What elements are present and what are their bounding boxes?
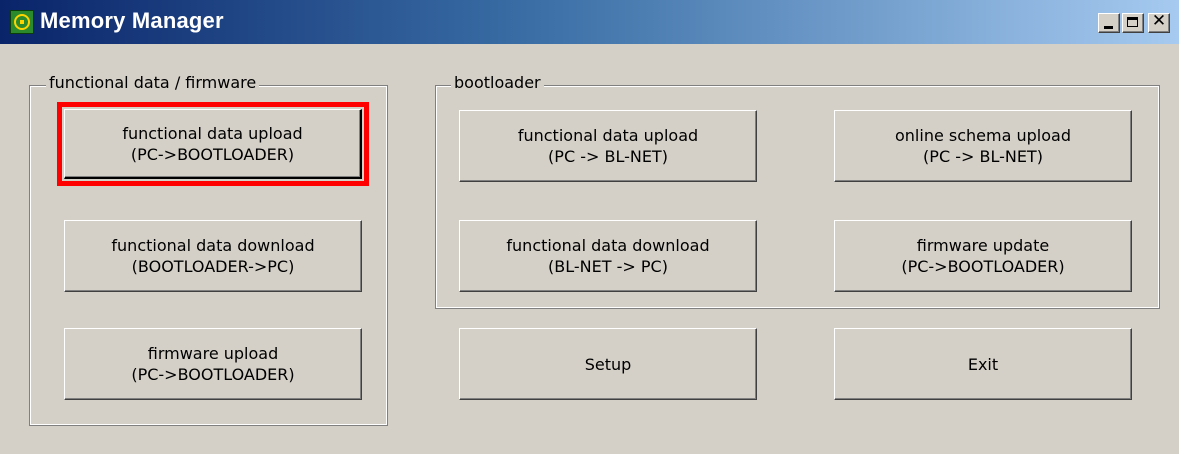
bootloader-group-label: bootloader <box>451 73 544 92</box>
button-line-1: functional data upload <box>122 123 303 143</box>
button-line-2: (PC->BOOTLOADER) <box>901 257 1065 276</box>
button-line-2: (BL-NET -> PC) <box>548 257 668 276</box>
button-line-2: (BOOTLOADER->PC) <box>131 257 295 276</box>
functional-data-download-blnet-button[interactable]: functional data download (BL-NET -> PC) <box>459 220 757 292</box>
button-line-1: firmware update <box>916 236 1050 255</box>
button-line-1: firmware upload <box>147 344 279 363</box>
button-line-2: (PC->BOOTLOADER) <box>131 365 295 384</box>
app-icon[interactable] <box>10 10 34 34</box>
maximize-button[interactable] <box>1122 13 1144 33</box>
online-schema-upload-button[interactable]: online schema upload (PC -> BL-NET) <box>834 110 1132 182</box>
app-icon-dot <box>20 20 24 24</box>
title-bar[interactable]: Memory Manager ✕ <box>0 0 1179 44</box>
functional-data-upload-bootloader-button[interactable]: functional data upload (PC->BOOTLOADER) <box>64 109 362 179</box>
button-line-2: (PC -> BL-NET) <box>923 147 1043 166</box>
firmware-upload-button[interactable]: firmware upload (PC->BOOTLOADER) <box>64 328 362 400</box>
window-title: Memory Manager <box>40 8 224 33</box>
firmware-update-button[interactable]: firmware update (PC->BOOTLOADER) <box>834 220 1132 292</box>
setup-button-label: Setup <box>584 354 632 374</box>
close-icon: ✕ <box>1151 11 1167 31</box>
button-line-2: (PC->BOOTLOADER) <box>130 144 295 164</box>
firmware-group-label: functional data / firmware <box>46 73 260 92</box>
close-button[interactable]: ✕ <box>1148 11 1170 33</box>
exit-button[interactable]: Exit <box>834 328 1132 400</box>
button-line-1: functional data download <box>111 236 315 255</box>
button-line-1: functional data upload <box>517 126 699 145</box>
exit-button-label: Exit <box>967 354 999 374</box>
setup-button[interactable]: Setup <box>459 328 757 400</box>
memory-manager-window: Memory Manager ✕ functional data / firmw… <box>0 0 1179 454</box>
button-line-1: functional data download <box>506 236 710 255</box>
minimize-button[interactable] <box>1098 13 1120 33</box>
maximize-icon <box>1127 17 1138 27</box>
minimize-icon <box>1104 26 1113 29</box>
button-line-2: (PC -> BL-NET) <box>548 147 668 166</box>
functional-data-upload-blnet-button[interactable]: functional data upload (PC -> BL-NET) <box>459 110 757 182</box>
functional-data-download-bootloader-button[interactable]: functional data download (BOOTLOADER->PC… <box>64 220 362 292</box>
button-line-1: online schema upload <box>895 126 1071 145</box>
